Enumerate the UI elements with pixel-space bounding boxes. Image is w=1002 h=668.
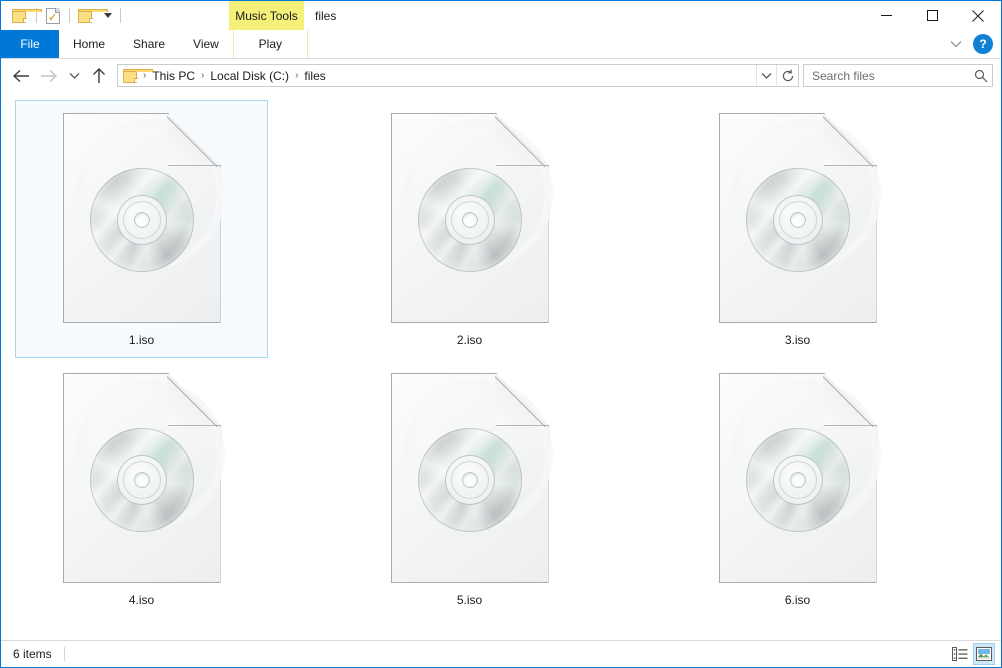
details-view-icon	[952, 647, 968, 661]
tab-share-label: Share	[133, 37, 166, 51]
iso-file-icon	[718, 113, 881, 323]
new-folder-glyph	[78, 8, 108, 23]
forward-arrow-icon	[41, 69, 58, 82]
file-name-label: 5.iso	[456, 593, 483, 607]
quick-access-toolbar: ✓	[1, 1, 124, 30]
help-label: ?	[979, 37, 987, 51]
minimize-icon	[880, 15, 892, 16]
help-icon[interactable]: ?	[973, 34, 993, 54]
contextual-tab-header: Music Tools	[229, 1, 304, 30]
tab-file-label: File	[20, 37, 40, 51]
up-arrow-icon	[93, 67, 105, 83]
tab-home-label: Home	[73, 37, 106, 51]
window-controls	[863, 1, 1001, 30]
search-input[interactable]: Search files	[812, 69, 974, 83]
tab-file[interactable]: File	[1, 30, 59, 58]
search-icon	[974, 69, 988, 82]
maximize-button[interactable]	[909, 1, 955, 30]
file-item-5[interactable]: 5.iso	[343, 360, 596, 618]
chevron-down-icon-recent	[69, 72, 79, 79]
file-item-4[interactable]: 4.iso	[15, 360, 268, 618]
breadcrumb-folder-icon[interactable]	[123, 68, 153, 83]
cd-disc-icon	[745, 428, 850, 532]
recent-locations-button[interactable]	[63, 62, 85, 90]
title-bar: ✓ Music Tools files	[1, 1, 1001, 30]
maximize-icon	[926, 10, 938, 21]
file-name-label: 4.iso	[128, 593, 155, 607]
ribbon-right-controls: ?	[943, 30, 997, 58]
file-grid: 1.iso 2.iso 3.iso 4.iso 5.iso 6.iso	[15, 100, 1001, 620]
file-item-2[interactable]: 2.iso	[343, 100, 596, 358]
tab-view[interactable]: View	[179, 30, 233, 58]
file-item-1[interactable]: 1.iso	[15, 100, 268, 358]
file-explorer-window: ✓ Music Tools files File Home Share View…	[0, 0, 1002, 668]
breadcrumb-separator-1[interactable]: ›	[199, 70, 206, 81]
up-button[interactable]	[85, 62, 113, 90]
breadcrumb-separator-2[interactable]: ›	[293, 70, 300, 81]
cd-disc-icon	[417, 168, 522, 272]
cd-disc-icon	[89, 168, 194, 272]
cd-disc-icon	[89, 428, 194, 532]
address-bar: › This PC › Local Disk (C:) › files Sear…	[1, 59, 1001, 92]
file-item-3[interactable]: 3.iso	[671, 100, 924, 358]
file-item-6[interactable]: 6.iso	[671, 360, 924, 618]
breadcrumb-separator-0[interactable]: ›	[141, 70, 148, 81]
doc-check-icon[interactable]: ✓	[40, 4, 66, 28]
cd-disc-icon	[745, 168, 850, 272]
ribbon-tab-strip: File Home Share View Play ?	[1, 30, 1001, 58]
previous-locations-button[interactable]	[756, 65, 776, 86]
iso-file-icon	[390, 113, 553, 323]
status-bar: 6 items	[1, 640, 1001, 667]
item-count-label: 6 items	[13, 647, 52, 661]
large-icons-view-button[interactable]	[973, 643, 995, 665]
close-button[interactable]	[955, 1, 1001, 30]
expand-ribbon-icon	[950, 41, 962, 48]
file-list-view[interactable]: 1.iso 2.iso 3.iso 4.iso 5.iso 6.iso	[1, 92, 1001, 640]
file-name-label: 2.iso	[456, 333, 483, 347]
breadcrumb-item-files[interactable]: files	[300, 69, 329, 83]
minimize-button[interactable]	[863, 1, 909, 30]
tab-play-label: Play	[258, 37, 283, 51]
breadcrumb-item-local-disk[interactable]: Local Disk (C:)	[206, 69, 293, 83]
tab-home[interactable]: Home	[59, 30, 119, 58]
close-icon	[972, 9, 984, 22]
cd-disc-icon	[417, 428, 522, 532]
iso-file-icon	[62, 373, 225, 583]
window-title: files	[315, 1, 336, 30]
iso-file-icon	[718, 373, 881, 583]
caret-glyph	[104, 13, 112, 18]
search-box[interactable]: Search files	[803, 64, 993, 87]
breadcrumb[interactable]: › This PC › Local Disk (C:) › files	[117, 64, 799, 87]
forward-button[interactable]	[35, 62, 63, 90]
folder-glyph	[12, 8, 42, 23]
chevron-down-icon-ribbon[interactable]	[943, 31, 969, 57]
file-name-label: 3.iso	[784, 333, 811, 347]
chevron-down-icon[interactable]	[99, 4, 117, 28]
qat-divider-3	[120, 8, 121, 23]
doc-check-glyph: ✓	[46, 7, 60, 24]
breadcrumb-folder-glyph	[123, 68, 153, 83]
status-divider	[63, 647, 65, 661]
tab-share[interactable]: Share	[119, 30, 179, 58]
file-name-label: 6.iso	[784, 593, 811, 607]
new-folder-icon[interactable]	[73, 4, 108, 28]
tab-play[interactable]: Play	[232, 30, 308, 58]
details-view-button[interactable]	[949, 643, 971, 665]
breadcrumb-item-this-pc[interactable]: This PC	[148, 69, 199, 83]
iso-file-icon	[62, 113, 225, 323]
file-name-label: 1.iso	[128, 333, 155, 347]
iso-file-icon	[390, 373, 553, 583]
qat-divider-2	[69, 8, 70, 23]
refresh-button[interactable]	[776, 65, 798, 86]
refresh-icon	[782, 69, 793, 81]
large-icons-view-icon	[976, 647, 992, 661]
back-button[interactable]	[7, 62, 35, 90]
chevron-down-icon-address	[761, 72, 772, 79]
window-title-text: files	[315, 8, 337, 23]
folder-icon[interactable]	[7, 4, 42, 28]
back-arrow-icon	[12, 69, 29, 82]
contextual-tab-label: Music Tools	[235, 8, 298, 23]
tab-view-label: View	[193, 37, 219, 51]
